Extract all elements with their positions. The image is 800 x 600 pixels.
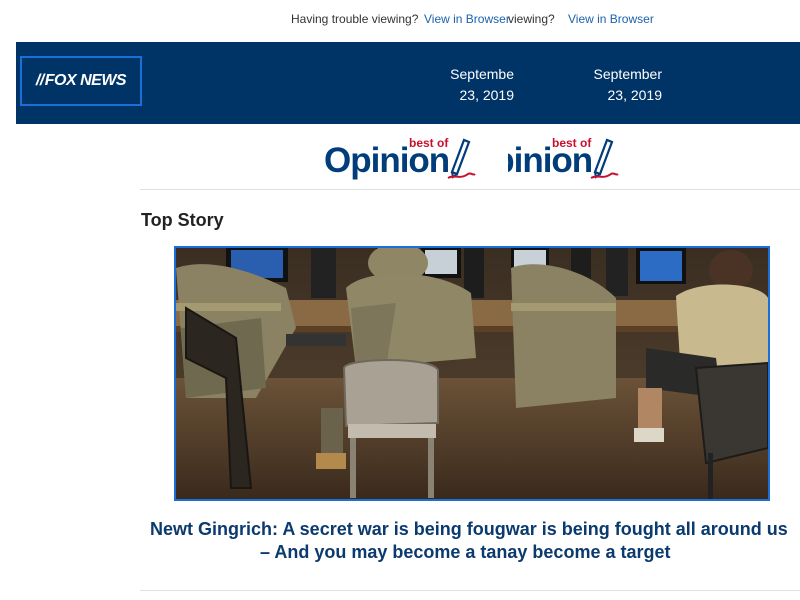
pen-icon: [590, 138, 619, 179]
divider-bottom: [140, 590, 800, 591]
section-title: Top Story: [141, 210, 224, 230]
top-story-image[interactable]: [174, 246, 770, 501]
fox-logo-mark-icon: //: [35, 72, 44, 89]
header-date: Septembe 23, 2019: [450, 66, 514, 103]
best-of-opinion-logo: Opinion best of: [320, 130, 480, 186]
best-of-label-dup: best of: [552, 136, 592, 150]
headline-line-2[interactable]: – And you may become a tanay become a ta…: [260, 541, 670, 564]
best-of-opinion-logo-dup: Opinion best of: [508, 130, 623, 186]
soldiers-at-computers-image: [176, 248, 768, 499]
pen-icon: [447, 138, 476, 179]
fox-news-logo[interactable]: // FOX NEWS: [20, 56, 142, 106]
trouble-viewing-text-dup: viewing?: [508, 12, 555, 26]
logo-text: FOX NEWS: [44, 72, 127, 89]
email-topbar: Having trouble viewing? View in Browser …: [0, 12, 800, 30]
headline-line-1[interactable]: Newt Gingrich: A secret war is being fou…: [150, 518, 800, 541]
divider: [140, 189, 800, 190]
header-date-dup: September 23, 2019: [593, 66, 662, 103]
best-of-label: best of: [409, 136, 449, 150]
view-in-browser-link-dup[interactable]: View in Browser: [568, 12, 654, 26]
header-banner: // FOX NEWS Septembe 23, 2019 September …: [16, 42, 800, 124]
view-in-browser-link[interactable]: View in Browser: [424, 12, 510, 26]
trouble-viewing-text: Having trouble viewing?: [291, 12, 419, 26]
